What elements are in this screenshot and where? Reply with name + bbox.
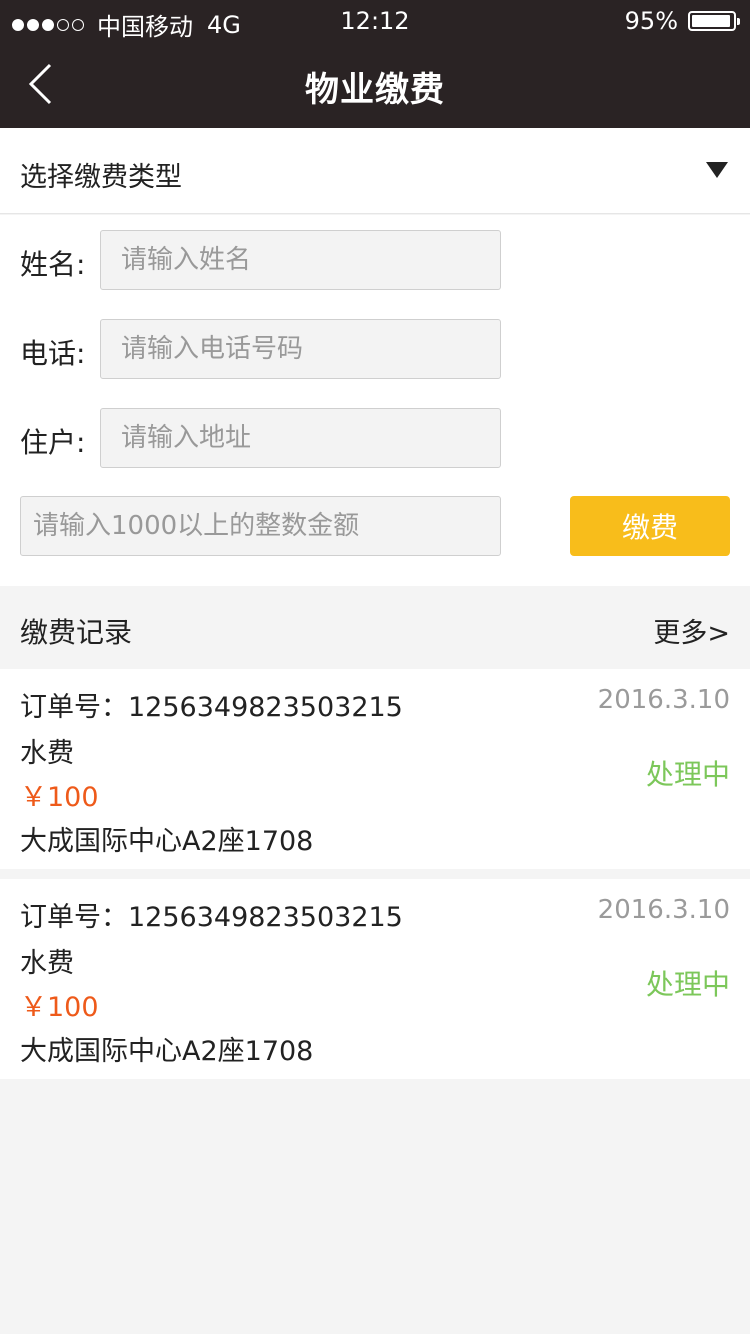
battery-percent: 95% bbox=[624, 7, 678, 35]
record-item[interactable]: 订单号：1256349823503215 2016.3.10 水费 处理中 ￥1… bbox=[0, 669, 750, 869]
payment-form: 姓名: 电话: 住户: 缴费 bbox=[0, 215, 750, 586]
record-address: 大成国际中心A2座1708 bbox=[20, 826, 314, 857]
page-title: 物业缴费 bbox=[305, 70, 445, 110]
pay-button[interactable]: 缴费 bbox=[570, 496, 730, 556]
records-header: 缴费记录 更多> bbox=[0, 586, 750, 668]
record-status: 处理中 bbox=[645, 758, 730, 791]
name-input[interactable] bbox=[100, 230, 501, 290]
fee-type: 水费 bbox=[20, 738, 74, 769]
payment-type-label: 选择缴费类型 bbox=[20, 162, 182, 193]
record-date: 2016.3.10 bbox=[597, 895, 730, 925]
nav-bar: 物业缴费 bbox=[0, 40, 750, 128]
phone-input[interactable] bbox=[100, 319, 501, 379]
name-label: 姓名: bbox=[20, 248, 86, 281]
record-amount: ￥100 bbox=[20, 782, 99, 813]
record-amount: ￥100 bbox=[20, 992, 99, 1023]
status-bar: 中国移动 4G 12:12 95% bbox=[0, 0, 750, 41]
caret-down-icon bbox=[706, 162, 728, 178]
battery-icon bbox=[688, 11, 740, 31]
status-right: 95% bbox=[624, 7, 740, 35]
payment-type-select[interactable]: 选择缴费类型 bbox=[0, 128, 750, 214]
address-label: 住户: bbox=[20, 426, 86, 459]
fee-type: 水费 bbox=[20, 948, 74, 979]
order-number: 订单号：1256349823503215 bbox=[20, 902, 403, 933]
record-item[interactable]: 订单号：1256349823503215 2016.3.10 水费 处理中 ￥1… bbox=[0, 879, 750, 1079]
top-bar: 中国移动 4G 12:12 95% 物业缴费 bbox=[0, 0, 750, 128]
record-date: 2016.3.10 bbox=[597, 685, 730, 715]
records-title: 缴费记录 bbox=[20, 616, 133, 649]
more-link[interactable]: 更多> bbox=[653, 611, 730, 650]
record-status: 处理中 bbox=[645, 968, 730, 1001]
address-input[interactable] bbox=[100, 408, 501, 468]
order-number: 订单号：1256349823503215 bbox=[20, 692, 403, 723]
amount-input[interactable] bbox=[20, 496, 501, 556]
record-address: 大成国际中心A2座1708 bbox=[20, 1036, 314, 1067]
phone-label: 电话: bbox=[20, 337, 86, 370]
